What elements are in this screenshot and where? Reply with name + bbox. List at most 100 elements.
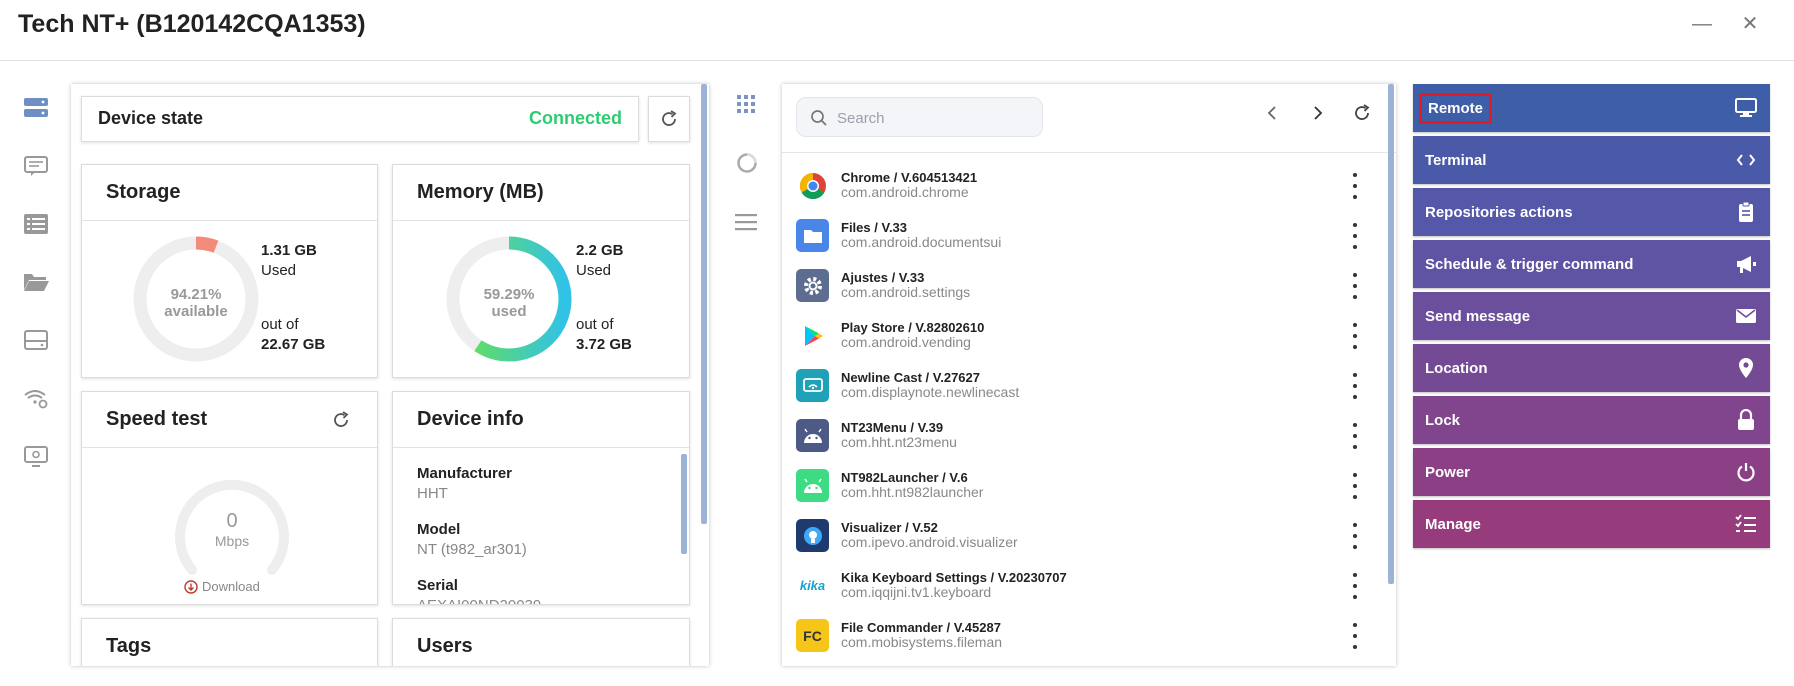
app-row-nt23menu[interactable]: NT23Menu / V.39 com.hht.nt23menu bbox=[782, 411, 1382, 461]
minimize-button[interactable]: — bbox=[1690, 12, 1714, 36]
refresh-state-button[interactable] bbox=[648, 96, 690, 142]
folder-icon[interactable] bbox=[18, 264, 54, 300]
kika-logo-text: kika bbox=[799, 578, 826, 593]
location-label: Location bbox=[1425, 359, 1488, 377]
remote-button[interactable]: Remote bbox=[1413, 84, 1770, 132]
file-commander-icon: FC bbox=[796, 619, 829, 652]
app-options-button[interactable] bbox=[1348, 373, 1362, 399]
repositories-actions-button[interactable]: Repositories actions bbox=[1413, 188, 1770, 236]
wifi-settings-icon[interactable] bbox=[18, 380, 54, 416]
app-options-button[interactable] bbox=[1348, 573, 1362, 599]
speed-test-title: Speed test bbox=[82, 392, 377, 448]
app-search bbox=[796, 97, 1043, 137]
app-name: Ajustes / V.33 bbox=[841, 270, 925, 285]
prev-page-button[interactable] bbox=[1264, 104, 1282, 127]
storage-total-value: 22.67 GB bbox=[261, 336, 326, 353]
refresh-icon bbox=[662, 110, 677, 126]
app-options-button[interactable] bbox=[1348, 423, 1362, 449]
send-message-button[interactable]: Send message bbox=[1413, 292, 1770, 340]
memory-total-block: out of 3.72 GB bbox=[576, 315, 632, 355]
apps-header-divider bbox=[782, 152, 1396, 153]
storage-center: 94.21% available bbox=[156, 286, 236, 320]
storage-used-label: Used bbox=[261, 262, 297, 279]
info-model-value: NT (t982_ar301) bbox=[417, 541, 527, 558]
code-icon bbox=[1734, 148, 1758, 172]
terminal-button[interactable]: Terminal bbox=[1413, 136, 1770, 184]
device-info-card: Device info Manufacturer HHT Model NT (t… bbox=[392, 391, 690, 605]
files-icon bbox=[796, 219, 829, 252]
app-options-button[interactable] bbox=[1348, 173, 1362, 199]
storage-icon[interactable] bbox=[18, 322, 54, 358]
app-row-visualizer[interactable]: Visualizer / V.52 com.ipevo.android.visu… bbox=[782, 511, 1382, 561]
server-icon[interactable] bbox=[18, 90, 54, 126]
memory-total-label: out of bbox=[576, 316, 614, 333]
app-options-button[interactable] bbox=[1348, 273, 1362, 299]
device-info-scrollbar[interactable] bbox=[681, 454, 687, 554]
speed-unit: Mbps bbox=[214, 533, 250, 549]
app-row-chrome[interactable]: Chrome / V.604513421 com.android.chrome bbox=[782, 161, 1382, 211]
window-titlebar: Tech NT+ (B120142CQA1353) — ✕ bbox=[0, 0, 1794, 61]
app-package: com.android.chrome bbox=[841, 184, 969, 200]
send-message-label: Send message bbox=[1425, 307, 1531, 325]
storage-percent: 94.21% bbox=[170, 286, 222, 303]
circle-icon[interactable] bbox=[736, 152, 758, 179]
visualizer-icon bbox=[796, 519, 829, 552]
app-row-play-store[interactable]: Play Store / V.82802610 com.android.vend… bbox=[782, 311, 1382, 361]
download-icon bbox=[184, 579, 198, 594]
clipboard-icon bbox=[1734, 200, 1758, 224]
memory-title: Memory (MB) bbox=[393, 165, 689, 221]
speed-test-label: Speed test bbox=[106, 408, 208, 430]
android-icon bbox=[796, 469, 829, 502]
storage-used-value: 1.31 GB bbox=[261, 242, 317, 259]
app-row-file-commander[interactable]: FC File Commander / V.45287 com.mobisyst… bbox=[782, 611, 1382, 661]
app-row-kika-keyboard[interactable]: kika Kika Keyboard Settings / V.20230707… bbox=[782, 561, 1382, 611]
app-row-newline-cast[interactable]: Newline Cast / V.27627 com.displaynote.n… bbox=[782, 361, 1382, 411]
app-options-button[interactable] bbox=[1348, 323, 1362, 349]
tags-card: Tags bbox=[81, 618, 378, 666]
dashboard-scrollbar[interactable] bbox=[701, 84, 707, 524]
terminal-label: Terminal bbox=[1425, 151, 1487, 169]
storage-used-block: 1.31 GB Used bbox=[261, 241, 317, 281]
app-row-files[interactable]: Files / V.33 com.android.documentsui bbox=[782, 211, 1382, 261]
device-dashboard: Device state Connected Storage 94.21% av… bbox=[71, 84, 709, 666]
app-row-nt982launcher[interactable]: NT982Launcher / V.6 com.hht.nt982launche… bbox=[782, 461, 1382, 511]
list-icon[interactable] bbox=[18, 206, 54, 242]
search-input[interactable] bbox=[837, 107, 1027, 129]
app-options-button[interactable] bbox=[1348, 223, 1362, 249]
grid-icon[interactable] bbox=[736, 94, 756, 119]
lock-button[interactable]: Lock bbox=[1413, 396, 1770, 444]
lock-label: Lock bbox=[1425, 411, 1461, 429]
device-state-label: Device state bbox=[98, 108, 204, 128]
refresh-speed-icon[interactable] bbox=[331, 410, 351, 430]
app-package: com.android.vending bbox=[841, 334, 971, 350]
app-package: com.displaynote.newlinecast bbox=[841, 384, 1020, 400]
power-icon bbox=[1734, 460, 1758, 484]
info-manufacturer-key: Manufacturer bbox=[417, 465, 513, 482]
info-model-key: Model bbox=[417, 521, 461, 538]
location-pin-icon bbox=[1734, 356, 1758, 380]
power-button[interactable]: Power bbox=[1413, 448, 1770, 496]
app-package: com.mobisystems.fileman bbox=[841, 634, 1003, 650]
manage-button[interactable]: Manage bbox=[1413, 500, 1770, 548]
app-options-button[interactable] bbox=[1348, 623, 1362, 649]
app-name: NT982Launcher / V.6 bbox=[841, 470, 968, 485]
device-info-title: Device info bbox=[393, 392, 689, 448]
app-row-settings[interactable]: Ajustes / V.33 com.android.settings bbox=[782, 261, 1382, 311]
apps-scrollbar[interactable] bbox=[1388, 84, 1394, 584]
close-button[interactable]: ✕ bbox=[1738, 12, 1762, 36]
app-options-button[interactable] bbox=[1348, 523, 1362, 549]
menu-icon[interactable] bbox=[734, 212, 758, 237]
memory-total-value: 3.72 GB bbox=[576, 336, 632, 353]
next-page-button[interactable] bbox=[1308, 104, 1326, 127]
app-name: Files / V.33 bbox=[841, 220, 908, 235]
schedule-trigger-button[interactable]: Schedule & trigger command bbox=[1413, 240, 1770, 288]
storage-total-block: out of 22.67 GB bbox=[261, 315, 325, 355]
display-settings-icon[interactable] bbox=[18, 438, 54, 474]
app-options-button[interactable] bbox=[1348, 473, 1362, 499]
download-indicator: Download bbox=[184, 579, 260, 594]
location-button[interactable]: Location bbox=[1413, 344, 1770, 392]
connection-status: Connected bbox=[528, 108, 622, 128]
users-title: Users bbox=[393, 619, 689, 666]
refresh-apps-button[interactable] bbox=[1352, 103, 1372, 128]
message-icon[interactable] bbox=[18, 148, 54, 184]
